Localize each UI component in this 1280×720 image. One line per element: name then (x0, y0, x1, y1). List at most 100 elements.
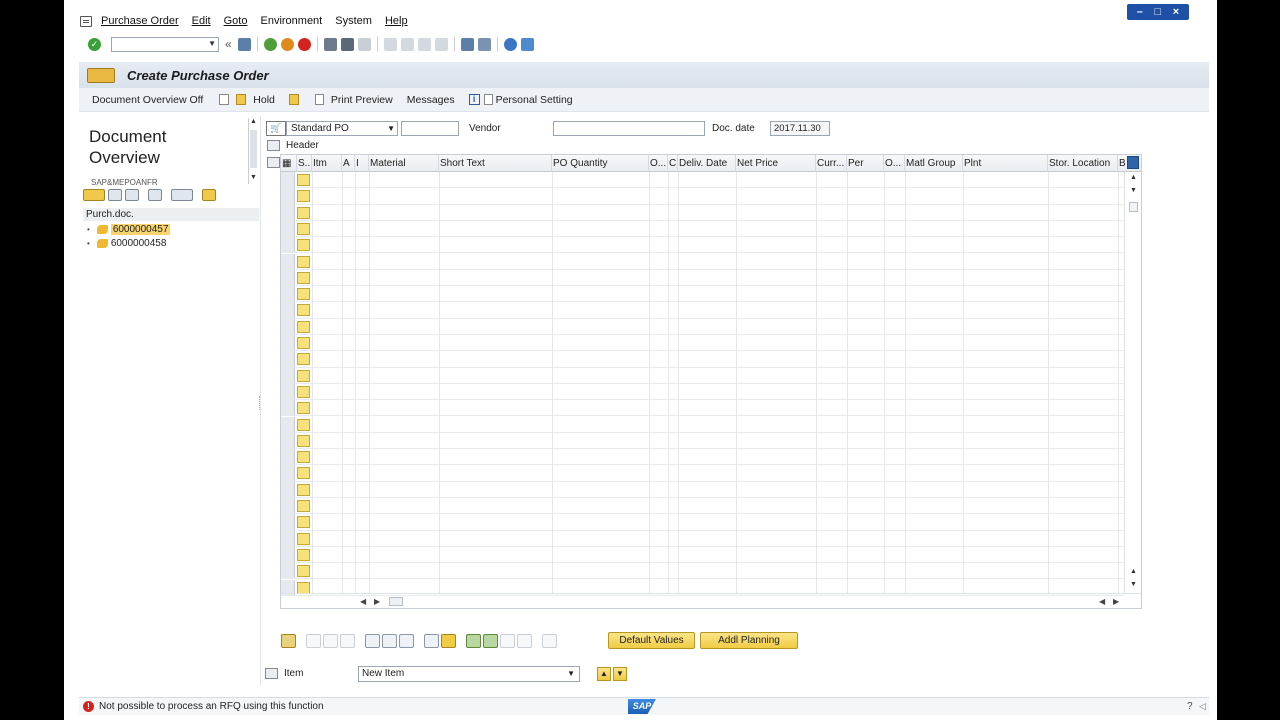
row-selector[interactable] (281, 172, 295, 188)
scroll-right-icon[interactable]: ▶ (374, 597, 380, 606)
status-cell[interactable] (297, 206, 310, 219)
command-field[interactable]: ▼ (111, 36, 219, 52)
status-cell[interactable] (297, 565, 310, 578)
status-cell[interactable] (297, 190, 310, 203)
overview-scrollbar[interactable]: ▲ ▼ (248, 118, 258, 184)
table-row[interactable] (281, 481, 1124, 498)
refresh-icon[interactable] (125, 189, 139, 201)
status-cell[interactable] (297, 255, 310, 268)
status-cell[interactable] (297, 467, 310, 480)
back-icon[interactable] (263, 37, 277, 51)
header-toggle[interactable]: Header (265, 138, 319, 152)
status-cell[interactable] (297, 581, 310, 594)
status-cell[interactable] (297, 174, 310, 186)
status-cell[interactable] (297, 548, 310, 561)
save-icon[interactable] (237, 37, 251, 51)
hierarchy-icon[interactable] (202, 189, 216, 201)
status-cell[interactable] (297, 288, 310, 301)
status-cell[interactable] (297, 369, 310, 382)
column-header[interactable]: O... (884, 155, 905, 172)
status-cell[interactable] (297, 483, 310, 496)
copy-row-icon[interactable] (306, 634, 321, 648)
status-cell[interactable] (297, 451, 310, 464)
last-page-icon[interactable] (434, 37, 448, 51)
status-cell[interactable] (297, 271, 310, 284)
menu-environment[interactable]: Environment (260, 15, 322, 27)
table-row[interactable] (281, 400, 1124, 417)
previous-item-button[interactable]: ▲ (597, 667, 611, 681)
chevron-down-icon[interactable]: ▼ (387, 122, 395, 135)
details-icon[interactable] (281, 634, 296, 648)
row-selector[interactable] (281, 530, 295, 546)
tree-column-header[interactable]: Purch.doc. (83, 208, 259, 221)
addl-planning-button[interactable]: Addl Planning (700, 632, 798, 649)
vendor-field[interactable] (553, 121, 705, 136)
row-selector[interactable] (281, 269, 295, 286)
table-row[interactable] (281, 367, 1124, 384)
status-help-icon[interactable]: ? (1187, 701, 1193, 712)
table-row[interactable] (281, 253, 1124, 270)
chart-icon[interactable] (542, 634, 557, 648)
select-all-icon[interactable]: ▦ (281, 155, 297, 172)
row-selector[interactable] (281, 286, 295, 302)
table-row[interactable] (281, 302, 1124, 319)
unlock-icon[interactable] (399, 634, 414, 648)
status-cell[interactable] (297, 532, 310, 545)
status-cell[interactable] (297, 320, 310, 333)
menu-goto[interactable]: Goto (224, 15, 248, 27)
row-selector[interactable] (281, 302, 295, 318)
filter-icon[interactable] (483, 634, 498, 648)
chevron-down-icon[interactable]: ▼ (567, 667, 575, 681)
minimize-icon[interactable]: – (1137, 5, 1143, 19)
item-select[interactable]: New Item ▼ (358, 666, 580, 682)
close-icon[interactable]: × (1173, 5, 1179, 19)
collapse-chevron-icon[interactable]: « (225, 37, 232, 51)
tree-item[interactable]: • 6000000457 (87, 222, 171, 236)
column-header[interactable]: Itm (312, 155, 342, 172)
status-cell[interactable] (297, 353, 310, 366)
row-selector[interactable] (281, 416, 295, 432)
selection-variant-icon[interactable] (83, 189, 105, 201)
table-row[interactable] (281, 383, 1124, 401)
document-overview-off-button[interactable]: Document Overview Off (92, 94, 203, 106)
table-row[interactable] (281, 563, 1124, 580)
lock-icon[interactable] (382, 634, 397, 648)
status-cell[interactable] (297, 222, 310, 235)
table-row[interactable] (281, 530, 1124, 547)
status-cell[interactable] (297, 337, 310, 349)
status-cell[interactable] (297, 418, 310, 431)
status-cell[interactable] (297, 516, 310, 529)
status-cell[interactable] (297, 239, 310, 252)
column-header[interactable]: Deliv. Date (678, 155, 736, 172)
table-row[interactable] (281, 465, 1124, 482)
find-next-icon[interactable] (357, 37, 371, 51)
binoculars-icon[interactable] (148, 189, 162, 201)
menu-edit[interactable]: Edit (192, 15, 211, 27)
scroll-thumb[interactable] (389, 597, 403, 606)
sort-ascending-icon[interactable] (466, 634, 481, 648)
table-row[interactable] (281, 449, 1124, 466)
scroll-thumb[interactable] (250, 130, 257, 168)
table-row[interactable] (281, 188, 1124, 205)
first-page-icon[interactable] (383, 37, 397, 51)
find-icon[interactable] (340, 37, 354, 51)
shortcut-icon[interactable] (477, 37, 491, 51)
status-message[interactable]: Not possible to process an RFQ using thi… (99, 701, 324, 712)
column-header[interactable]: A (342, 155, 355, 172)
row-selector[interactable] (281, 204, 295, 220)
tree-item[interactable]: • 6000000458 (87, 236, 166, 250)
table-row[interactable] (281, 204, 1124, 221)
row-selector[interactable] (281, 514, 295, 530)
expand-item-icon[interactable] (265, 668, 278, 679)
hold-button[interactable]: Hold (253, 94, 275, 106)
default-values-button[interactable]: Default Values (608, 632, 695, 649)
help-icon[interactable] (503, 37, 517, 51)
table-row[interactable] (281, 416, 1124, 433)
column-header[interactable]: Short Text (439, 155, 552, 172)
delete-icon[interactable] (365, 634, 380, 648)
check-icon[interactable] (288, 94, 299, 105)
menu-icon[interactable] (80, 15, 92, 27)
row-selector[interactable] (281, 498, 295, 514)
column-header[interactable]: S.. (297, 155, 312, 172)
paste-row-icon[interactable] (340, 634, 355, 648)
